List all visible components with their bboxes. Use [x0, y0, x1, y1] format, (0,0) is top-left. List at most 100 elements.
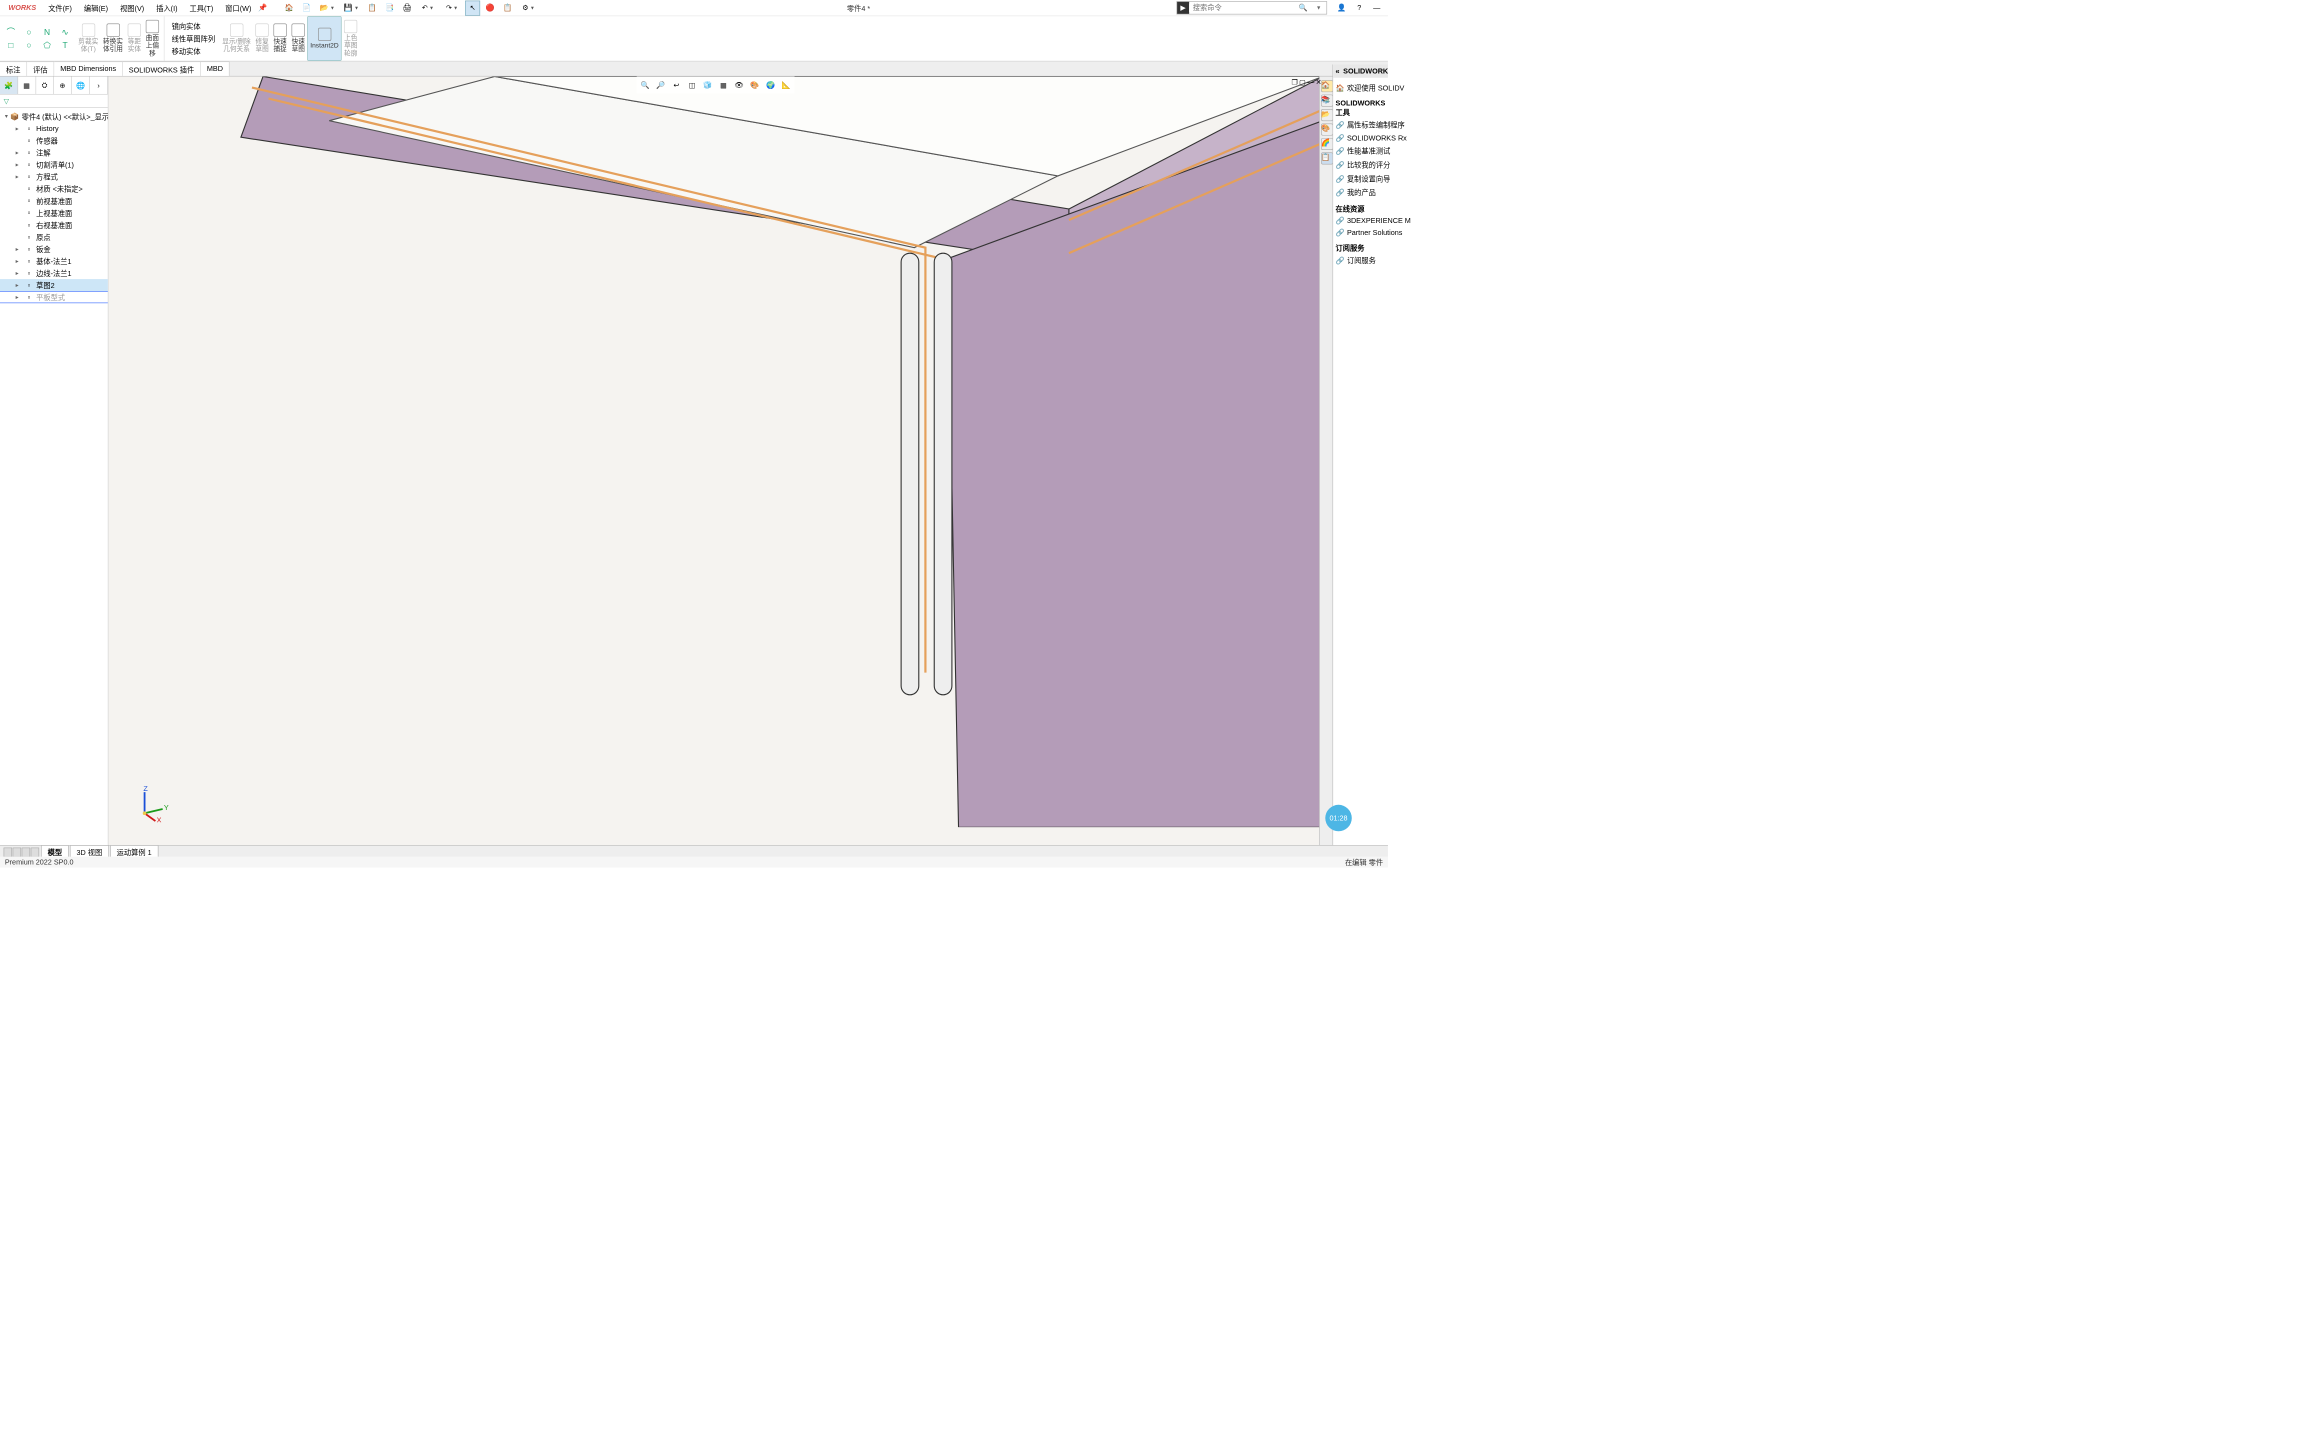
sketch-spline-icon[interactable]: N	[40, 26, 54, 38]
more-tab[interactable]: ›	[90, 77, 108, 94]
sketch-slot-icon[interactable]: ∿	[58, 26, 72, 38]
custom-props-icon[interactable]: 📋	[1321, 152, 1333, 164]
tab-first-icon[interactable]	[4, 847, 12, 857]
tree-node-14[interactable]: ▸ ▫ 平板型式	[0, 291, 108, 303]
zoom-fit-icon[interactable]: 🔍	[638, 78, 652, 92]
tree-node-8[interactable]: ▫ 右视基准面	[0, 219, 108, 231]
design-library-icon[interactable]: 📚	[1321, 95, 1333, 107]
sketch-ellipse-icon[interactable]: ○	[22, 39, 36, 51]
search-icon[interactable]: 🔍	[1295, 4, 1311, 12]
tree-node-5[interactable]: ▫ 材质 <未指定>	[0, 183, 108, 195]
menu-tools[interactable]: 工具(T)	[184, 0, 220, 15]
tab-mbd[interactable]: MBD	[201, 61, 230, 75]
select-icon[interactable]: ↖	[465, 0, 480, 15]
search-dropdown-icon[interactable]: ▼	[1311, 5, 1327, 11]
feature-tree-tab[interactable]: 🧩	[0, 77, 18, 94]
expand-icon[interactable]: ▸	[16, 258, 22, 265]
undo-icon[interactable]: ↶▼	[417, 0, 439, 15]
tab-evaluate[interactable]: 评估	[27, 61, 54, 75]
expand-icon[interactable]: ▸	[16, 173, 22, 180]
zoom-window-icon[interactable]: 🔎	[654, 78, 668, 92]
hide-items-icon[interactable]: 👁	[732, 78, 746, 92]
view-orientation-icon[interactable]: 🧊	[701, 78, 715, 92]
tab-addins[interactable]: SOLIDWORKS 插件	[123, 61, 201, 75]
file-explorer-icon[interactable]: 📂	[1321, 109, 1333, 121]
menu-insert[interactable]: 插入(I)	[150, 0, 183, 15]
home-icon[interactable]: 🏠	[282, 0, 297, 15]
tree-filter[interactable]: ▽	[0, 95, 108, 108]
tool-link-4[interactable]: 🔗复制设置向导	[1336, 173, 1386, 183]
tree-node-11[interactable]: ▸ ▫ 基体-法兰1	[0, 255, 108, 267]
view-triad[interactable]: Z Y X	[133, 786, 169, 822]
sub-link-0[interactable]: 🔗订阅服务	[1336, 255, 1386, 265]
tab-annotate[interactable]: 标注	[0, 61, 27, 75]
display-style-icon[interactable]: ▦	[716, 78, 730, 92]
rapid-sketch-button[interactable]: 快速 草图	[289, 16, 307, 61]
instant2d-button[interactable]: Instant2D	[307, 16, 341, 61]
tab-last-icon[interactable]	[31, 847, 39, 857]
tool-link-1[interactable]: 🔗SOLIDWORKS Rx	[1336, 134, 1386, 142]
redo-icon[interactable]: ↷▼	[441, 0, 463, 15]
tool-link-5[interactable]: 🔗我的产品	[1336, 187, 1386, 197]
home-pane-icon[interactable]: 🏠	[1321, 80, 1333, 92]
command-search[interactable]: ▶ 🔍 ▼	[1176, 1, 1327, 14]
tree-node-10[interactable]: ▸ ▫ 钣金	[0, 243, 108, 255]
print-icon[interactable]: 🖨	[400, 0, 415, 15]
menu-view[interactable]: 视图(V)	[114, 0, 150, 15]
expand-icon[interactable]: ▸	[16, 294, 22, 301]
pane-collapse-icon[interactable]: «	[1336, 67, 1340, 75]
welcome-link[interactable]: 🏠欢迎使用 SOLIDV	[1336, 83, 1386, 93]
appearance-pane-icon[interactable]: 🌈	[1321, 138, 1333, 150]
sketch-polygon-icon[interactable]: ⬠	[40, 39, 54, 51]
tree-node-3[interactable]: ▸ ▫ 切割清单(1)	[0, 158, 108, 170]
sketch-arc-icon[interactable]: ⌒	[4, 26, 18, 38]
viewport-maximize-icon[interactable]: ▢	[1299, 78, 1306, 86]
tool-link-0[interactable]: 🔗属性标签编制程序	[1336, 120, 1386, 130]
tree-node-2[interactable]: ▸ ▫ 注解	[0, 146, 108, 158]
expand-icon[interactable]: ▸	[16, 270, 22, 277]
display-tab[interactable]: ⊕	[54, 77, 72, 94]
viewport-restore-icon[interactable]: ❐	[1291, 78, 1297, 86]
expand-icon[interactable]: ▸	[16, 161, 22, 168]
tree-node-4[interactable]: ▸ ▫ 方程式	[0, 170, 108, 182]
tree-node-9[interactable]: ▫ 原点	[0, 231, 108, 243]
section-view-icon[interactable]: ◫	[685, 78, 699, 92]
sketch-rect-icon[interactable]: □	[4, 39, 18, 51]
expand-icon[interactable]: ▸	[16, 245, 22, 252]
tree-node-0[interactable]: ▸ ▫ History	[0, 122, 108, 134]
options-icon[interactable]: ⚙▼	[518, 0, 540, 15]
convert-entities-button[interactable]: 转换实 体引用	[101, 16, 126, 61]
scene-icon[interactable]: 🌍	[763, 78, 777, 92]
online-link-0[interactable]: 🔗3DEXPERIENCE M	[1336, 216, 1386, 224]
new-icon[interactable]: 📄	[299, 0, 314, 15]
menu-file[interactable]: 文件(F)	[42, 0, 78, 15]
measure-icon[interactable]: 📋	[500, 0, 515, 15]
rebuild-icon[interactable]: 🔴	[483, 0, 498, 15]
expand-icon[interactable]: ▸	[16, 125, 22, 132]
tool-link-2[interactable]: 🔗性能基准测试	[1336, 146, 1386, 156]
pin-icon[interactable]: 📌	[257, 4, 268, 12]
tool-link-3[interactable]: 🔗比较我的评分	[1336, 160, 1386, 170]
tab-mbd-dimensions[interactable]: MBD Dimensions	[54, 61, 122, 75]
expand-icon[interactable]: ▸	[16, 282, 22, 289]
view-settings-icon[interactable]: 📐	[779, 78, 793, 92]
tab-next-icon[interactable]	[22, 847, 30, 857]
minimize-icon[interactable]: —	[1369, 0, 1384, 15]
tree-node-12[interactable]: ▸ ▫ 边线-法兰1	[0, 267, 108, 279]
help-icon[interactable]: ?	[1352, 0, 1367, 15]
tree-node-6[interactable]: ▫ 前视基准面	[0, 195, 108, 207]
viewport-minimize-icon[interactable]: —	[1307, 78, 1314, 86]
open-icon[interactable]: 📂▼	[316, 0, 338, 15]
tree-node-13[interactable]: ▸ ▫ 草图2	[0, 279, 108, 291]
save-all-icon[interactable]: 📋	[365, 0, 380, 15]
menu-edit[interactable]: 编辑(E)	[78, 0, 114, 15]
expand-icon[interactable]: ▸	[16, 149, 22, 156]
view-palette-icon[interactable]: 🎨	[1321, 123, 1333, 135]
tree-node-7[interactable]: ▫ 上视基准面	[0, 207, 108, 219]
tree-node-1[interactable]: ▫ 传感器	[0, 134, 108, 146]
save-icon[interactable]: 💾▼	[341, 0, 363, 15]
expand-icon[interactable]: ▾	[5, 113, 8, 120]
search-input[interactable]	[1189, 4, 1295, 12]
user-icon[interactable]: 👤	[1334, 0, 1349, 15]
appearance-tab[interactable]: 🌐	[72, 77, 90, 94]
